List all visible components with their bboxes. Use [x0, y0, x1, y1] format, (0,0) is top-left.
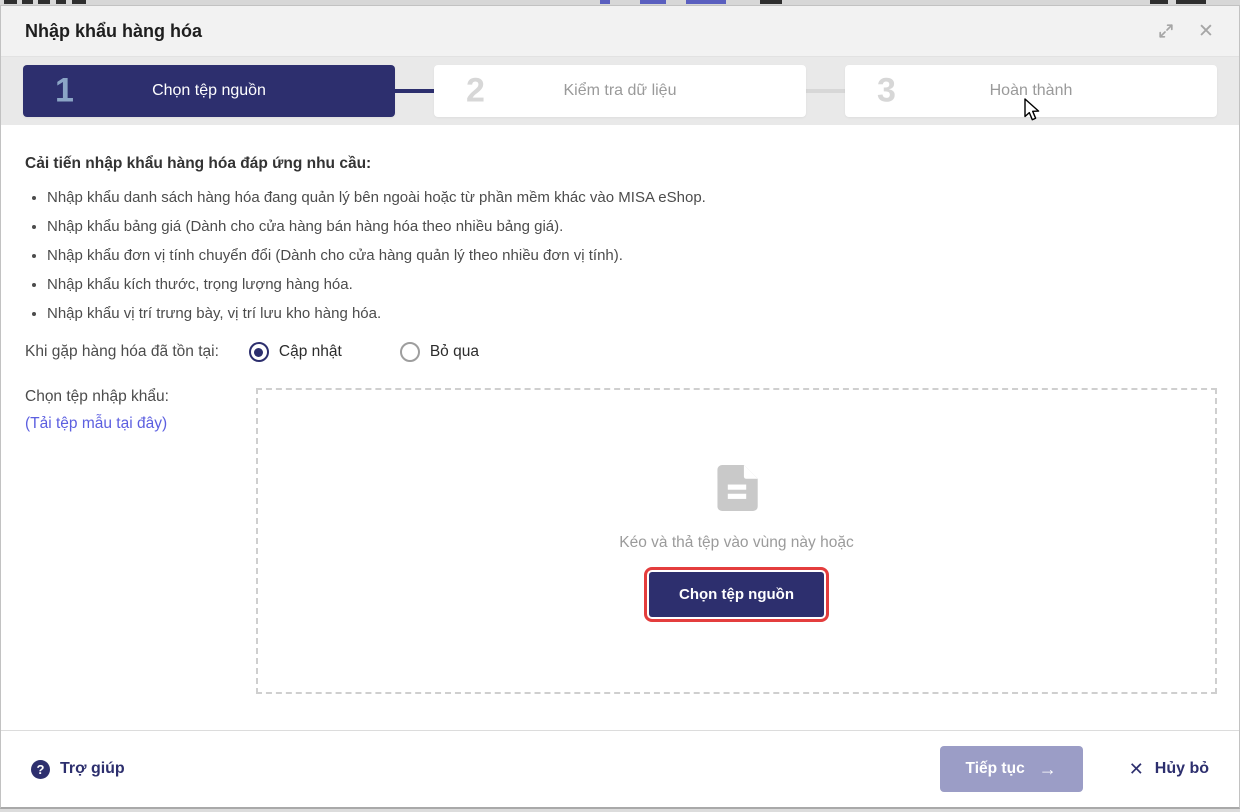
continue-label: Tiếp tục — [966, 760, 1025, 778]
background-fragment — [72, 0, 86, 4]
dropzone-hint: Kéo và thả tệp vào vùng này hoặc — [619, 534, 853, 552]
expand-icon[interactable] — [1157, 22, 1175, 40]
background-fragment — [56, 0, 66, 4]
radio-selected-icon[interactable] — [249, 342, 269, 362]
background-fragment — [1176, 0, 1206, 4]
help-button[interactable]: ? Trợ giúp — [31, 760, 125, 779]
feature-bullet: Nhập khẩu bảng giá (Dành cho cửa hàng bá… — [47, 212, 1217, 241]
step-label: Kiểm tra dữ liệu — [564, 82, 677, 100]
feature-list: Nhập khẩu danh sách hàng hóa đang quản l… — [25, 183, 1217, 328]
cancel-button[interactable]: ✕ Hủy bỏ — [1129, 760, 1209, 778]
background-fragment — [760, 0, 782, 4]
help-label: Trợ giúp — [60, 760, 125, 778]
step-label: Chọn tệp nguồn — [152, 82, 266, 100]
step-2-check-data[interactable]: 2 Kiểm tra dữ liệu — [434, 65, 806, 117]
radio-option-update[interactable]: Cập nhật — [249, 342, 342, 362]
background-fragment — [600, 0, 610, 4]
duplicate-handling-row: Khi gặp hàng hóa đã tồn tại: Cập nhật Bỏ… — [25, 342, 1217, 362]
step-3-complete[interactable]: 3 Hoàn thành — [845, 65, 1217, 117]
feature-bullet: Nhập khẩu kích thước, trọng lượng hàng h… — [47, 270, 1217, 299]
cancel-label: Hủy bỏ — [1155, 760, 1209, 778]
step-1-choose-source-file[interactable]: 1 Chọn tệp nguồn — [23, 65, 395, 117]
background-fragment — [22, 0, 33, 4]
cancel-x-icon: ✕ — [1129, 760, 1144, 778]
choose-source-file-button[interactable]: Chọn tệp nguồn — [649, 572, 824, 617]
background-fragment — [640, 0, 666, 4]
file-picker-label: Chọn tệp nhập khẩu: — [25, 388, 256, 406]
feature-bullet: Nhập khẩu vị trí trưng bày, vị trí lưu k… — [47, 299, 1217, 328]
dialog-title: Nhập khẩu hàng hóa — [25, 21, 1157, 42]
highlight-red-outline: Chọn tệp nguồn — [649, 572, 824, 617]
radio-unselected-icon[interactable] — [400, 342, 420, 362]
wizard-steps: 1 Chọn tệp nguồn 2 Kiểm tra dữ liệu 3 Ho… — [1, 57, 1239, 125]
dialog-content: Cải tiến nhập khẩu hàng hóa đáp ứng nhu … — [1, 125, 1239, 694]
radio-option-label: Bỏ qua — [430, 343, 479, 361]
arrow-right-icon: → — [1039, 760, 1057, 778]
dialog-header: Nhập khẩu hàng hóa ✕ — [1, 6, 1239, 57]
step-connector — [806, 89, 845, 93]
background-fragment — [1150, 0, 1168, 4]
file-dropzone[interactable]: Kéo và thả tệp vào vùng này hoặc Chọn tệ… — [256, 388, 1217, 694]
step-number: 3 — [877, 72, 896, 111]
background-fragment — [686, 0, 726, 4]
file-document-icon — [716, 465, 758, 516]
intro-heading: Cải tiến nhập khẩu hàng hóa đáp ứng nhu … — [25, 155, 1217, 173]
file-picker-labels: Chọn tệp nhập khẩu: (Tải tệp mẫu tại đây… — [25, 388, 256, 694]
feature-bullet: Nhập khẩu đơn vị tính chuyển đổi (Dành c… — [47, 241, 1217, 270]
radio-option-label: Cập nhật — [279, 343, 342, 361]
file-picker-section: Chọn tệp nhập khẩu: (Tải tệp mẫu tại đây… — [25, 388, 1217, 694]
import-goods-dialog: Nhập khẩu hàng hóa ✕ 1 Chọn tệp nguồn 2 … — [0, 5, 1240, 809]
step-connector — [395, 89, 434, 93]
dialog-footer: ? Trợ giúp Tiếp tục → ✕ Hủy bỏ — [1, 730, 1239, 807]
download-template-link[interactable]: (Tải tệp mẫu tại đây) — [25, 415, 167, 433]
continue-button[interactable]: Tiếp tục → — [940, 746, 1083, 792]
question-mark-icon: ? — [31, 760, 50, 779]
close-icon[interactable]: ✕ — [1197, 22, 1215, 40]
background-fragment — [4, 0, 17, 4]
step-label: Hoàn thành — [990, 82, 1073, 100]
duplicate-handling-label: Khi gặp hàng hóa đã tồn tại: — [25, 343, 219, 361]
background-fragment — [38, 0, 50, 4]
step-number: 2 — [466, 72, 485, 111]
window-controls: ✕ — [1157, 22, 1215, 40]
feature-bullet: Nhập khẩu danh sách hàng hóa đang quản l… — [47, 183, 1217, 212]
radio-option-skip[interactable]: Bỏ qua — [400, 342, 479, 362]
step-number: 1 — [55, 72, 74, 111]
